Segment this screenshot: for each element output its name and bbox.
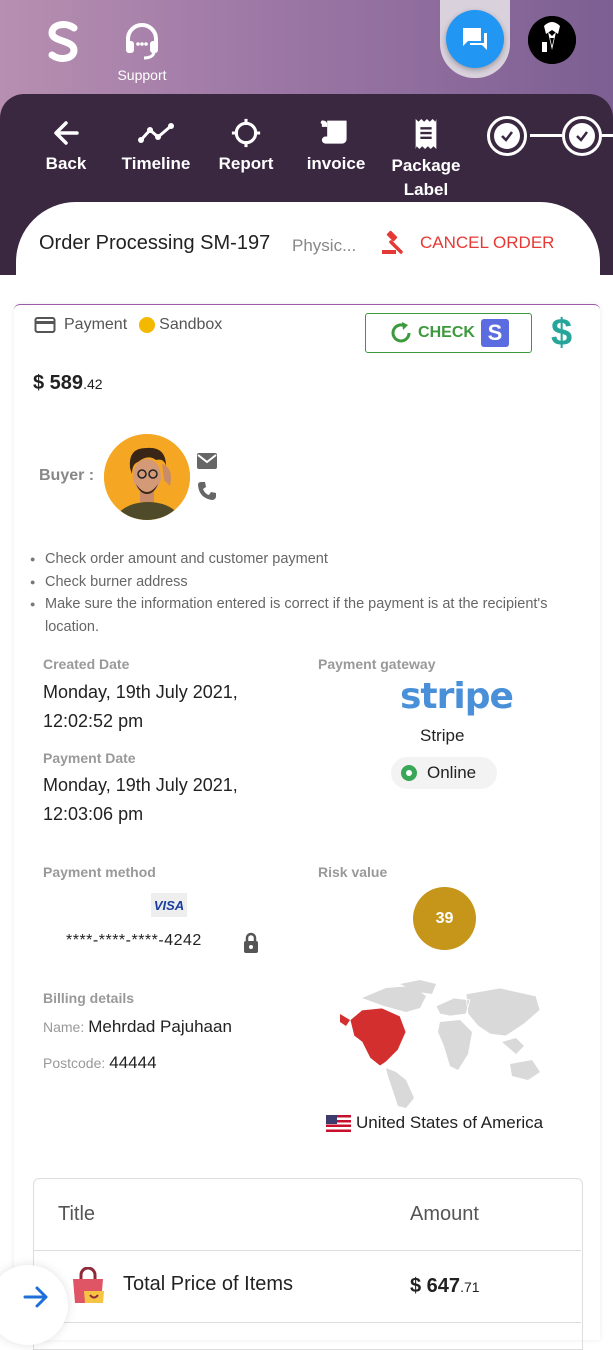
user-avatar[interactable] <box>528 16 576 64</box>
chat-icon <box>463 28 487 50</box>
created-date-line1: Monday, 19th July 2021, <box>43 682 238 702</box>
receipt-icon <box>415 118 437 150</box>
cancel-order-label: CANCEL ORDER <box>420 233 555 252</box>
visa-card-icon: VISA <box>151 893 187 917</box>
phone-icon[interactable] <box>197 481 217 506</box>
check-icon <box>576 131 588 142</box>
table-divider <box>33 1322 581 1323</box>
table-row-amount: $ 647.71 <box>410 1275 480 1298</box>
buyer-label: Buyer : <box>39 467 95 484</box>
credit-card-icon <box>34 317 56 333</box>
nav-report[interactable]: Report <box>218 118 274 174</box>
gateway-name: Stripe <box>420 726 465 745</box>
email-icon[interactable] <box>196 452 218 475</box>
gateway-status: Online <box>427 763 477 782</box>
stripe-logo: stripe <box>400 676 514 717</box>
billing-postcode: Postcode: 44444 <box>43 1053 157 1073</box>
step-connector <box>602 134 613 137</box>
crosshair-icon <box>231 118 261 148</box>
column-header-amount: Amount <box>410 1203 479 1225</box>
step-2-complete <box>562 116 602 156</box>
step-1-complete <box>487 116 527 156</box>
brand-logo-icon[interactable] <box>44 20 84 64</box>
list-item: Check burner address <box>30 571 590 594</box>
nav-timeline-label: Timeline <box>121 154 191 173</box>
created-date-value: Monday, 19th July 2021, 12:02:52 pm <box>43 678 238 736</box>
nav-back-label: Back <box>45 154 87 173</box>
billing-name-label: Name: <box>43 1019 85 1035</box>
world-map <box>340 980 550 1110</box>
shopping-bag-icon <box>70 1266 106 1310</box>
cancel-order-button[interactable]: CANCEL ORDER <box>380 230 554 256</box>
buyer-avatar[interactable] <box>104 434 190 520</box>
us-flag-icon <box>326 1114 351 1132</box>
payment-method-label: Payment method <box>43 864 156 880</box>
chat-button[interactable] <box>446 10 504 68</box>
amount-cents: .42 <box>83 376 103 392</box>
gateway-status-badge: Online <box>391 757 497 789</box>
payment-mode: Sandbox <box>159 316 223 333</box>
support-button[interactable]: Support <box>112 22 172 83</box>
order-items-table <box>33 1178 583 1350</box>
column-header-title: Title <box>58 1203 96 1225</box>
arrow-right-icon <box>23 1286 48 1308</box>
nav-invoice-label: invoice <box>306 154 366 173</box>
risk-value-label: Risk value <box>318 864 388 880</box>
country-name: United States of America <box>356 1113 544 1132</box>
nav-timeline[interactable]: Timeline <box>120 118 192 174</box>
row-amount-main: $ 647 <box>410 1275 461 1297</box>
table-row-title: Total Price of Items <box>123 1273 294 1295</box>
stripe-s-icon: S <box>480 319 509 347</box>
nav-back[interactable]: Back <box>40 118 92 174</box>
row-amount-cents: .71 <box>460 1279 480 1295</box>
list-item: Make sure the information entered is cor… <box>30 593 590 638</box>
check-icon <box>501 131 513 142</box>
sandbox-status-dot <box>139 317 156 333</box>
billing-name: Name: Mehrdad Pajuhaan <box>43 1017 232 1037</box>
lock-icon <box>242 932 260 959</box>
step-connector <box>530 134 562 137</box>
payment-label: Payment <box>64 316 128 333</box>
scroll-icon <box>320 120 347 144</box>
risk-score-badge: 39 <box>413 887 476 950</box>
billing-country: United States of America <box>326 1113 543 1133</box>
payment-mode-row: Payment Sandbox <box>34 316 222 334</box>
created-date-line2: 12:02:52 pm <box>43 711 144 731</box>
payment-date-value: Monday, 19th July 2021, 12:03:06 pm <box>43 771 238 829</box>
arrow-left-icon <box>54 121 79 145</box>
timeline-icon <box>138 123 174 143</box>
order-title: Order Processing SM-197 <box>39 232 271 254</box>
dollar-icon: $ <box>551 312 573 354</box>
refresh-icon <box>391 322 411 343</box>
amount-main: $ 589 <box>33 372 84 394</box>
list-item: Check order amount and customer payment <box>30 548 590 571</box>
support-label: Support <box>117 67 167 83</box>
billing-postcode-label: Postcode: <box>43 1055 106 1071</box>
billing-details-label: Billing details <box>43 990 135 1006</box>
headset-icon <box>126 23 158 60</box>
card-number: ****-****-****-4242 <box>66 932 202 949</box>
payment-gateway-label: Payment gateway <box>318 656 436 672</box>
nav-package-label[interactable]: Package Label <box>388 118 464 202</box>
top-bar: Support <box>0 0 613 96</box>
instruction-list: Check order amount and customer payment … <box>30 548 590 638</box>
check-label: CHECK <box>418 324 475 341</box>
payment-date-label: Payment Date <box>43 750 136 766</box>
table-divider <box>33 1250 581 1251</box>
payment-date-line2: 12:03:06 pm <box>43 804 144 824</box>
created-date-label: Created Date <box>43 656 130 672</box>
payment-amount: $ 589.42 <box>33 372 103 395</box>
nav-report-label: Report <box>218 154 274 173</box>
nav-invoice[interactable]: invoice <box>304 118 368 174</box>
check-payment-button[interactable]: CHECK S <box>365 313 532 353</box>
billing-name-value: Mehrdad Pajuhaan <box>88 1017 232 1036</box>
order-type: Physic... <box>292 236 357 255</box>
payment-date-line1: Monday, 19th July 2021, <box>43 775 238 795</box>
gavel-icon <box>382 230 403 254</box>
online-status-icon <box>401 765 417 781</box>
nav-package-label-label: Package Label <box>391 156 461 199</box>
billing-postcode-value: 44444 <box>109 1053 157 1072</box>
